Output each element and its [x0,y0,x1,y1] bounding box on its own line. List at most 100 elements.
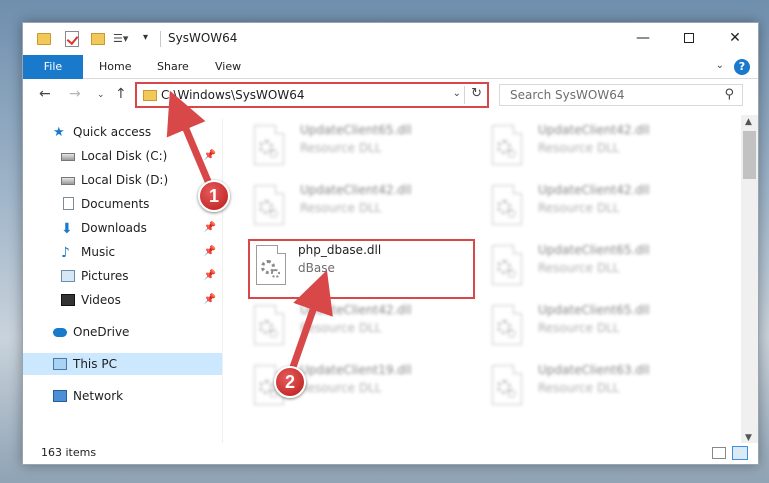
navigation-pane: ★ Quick access Local Disk (C:) 📌 Local D… [23,119,223,445]
pin-icon[interactable]: 📌 [204,217,216,239]
sidebar-item-network[interactable]: Network [23,385,222,407]
pin-icon[interactable]: 📌 [204,289,216,311]
search-icon[interactable]: ⚲ [724,87,734,102]
sidebar-item-label: Pictures [81,269,129,283]
maximize-icon [684,33,694,43]
sidebar-item-local-disk-c[interactable]: Local Disk (C:) 📌 [23,145,222,167]
sidebar-item-label: Quick access [73,125,152,139]
file-name: php_dbase.dll [298,243,382,257]
music-icon: ♪ [61,245,70,261]
file-description: Resource DLL [538,141,620,155]
dll-file-icon [492,365,526,407]
navigation-bar: ← → ⌄ ↑ C:\Windows\SysWOW64 ⌄ ↻ Search S… [23,80,758,112]
item-count: 163 items [41,446,97,459]
properties-check-icon[interactable] [65,31,79,47]
dll-file-icon [492,125,526,167]
file-name: UpdateClient63.dll [538,363,650,377]
dll-file-icon [256,245,290,287]
title-separator [160,31,161,47]
sidebar-item-local-disk-d[interactable]: Local Disk (D:) [23,169,222,191]
pin-icon[interactable]: 📌 [204,265,216,287]
address-dropdown-icon[interactable]: ⌄ [453,88,461,99]
tab-share[interactable]: Share [143,55,203,79]
sidebar-item-label: OneDrive [73,325,130,339]
folder-icon [143,90,157,101]
up-arrow-icon[interactable]: ↑ [115,86,127,102]
file-description: Resource DLL [300,201,382,215]
sidebar-item-pictures[interactable]: Pictures 📌 [23,265,222,287]
file-name: UpdateClient42.dll [300,303,412,317]
close-button[interactable]: ✕ [712,23,758,55]
dll-file-icon [492,185,526,227]
sidebar-item-videos[interactable]: Videos 📌 [23,289,222,311]
scroll-up-icon[interactable]: ▲ [745,117,752,127]
list-item[interactable]: UpdateClient42.dll Resource DLL [480,179,710,231]
sidebar-item-documents[interactable]: Documents [23,193,222,215]
file-name: UpdateClient42.dll [300,183,412,197]
file-name: UpdateClient19.dll [300,363,412,377]
list-item[interactable]: UpdateClient63.dll Resource DLL [480,359,710,411]
ribbon-tabs: File Home Share View ⌄ ? [23,55,758,79]
sidebar-item-label: Documents [81,197,150,211]
sidebar-item-quick-access[interactable]: ★ Quick access [23,121,222,143]
scroll-down-icon[interactable]: ▼ [745,433,752,443]
details-view-icon[interactable] [712,447,726,459]
file-name: UpdateClient65.dll [538,243,650,257]
help-icon[interactable]: ? [734,59,750,75]
address-separator [464,86,465,104]
refresh-icon[interactable]: ↻ [471,86,482,101]
sidebar-item-label: Local Disk (D:) [81,173,169,187]
address-bar[interactable]: C:\Windows\SysWOW64 ⌄ ↻ [135,82,489,108]
list-item[interactable]: UpdateClient65.dll Resource DLL [242,119,472,171]
minimize-button[interactable]: — [620,23,666,55]
sidebar-item-label: Downloads [81,221,147,235]
sidebar-item-downloads[interactable]: ⬇ Downloads 📌 [23,217,222,239]
list-item[interactable]: UpdateClient65.dll Resource DLL [480,239,710,291]
file-name: UpdateClient42.dll [538,183,650,197]
sidebar-item-label: Network [73,389,124,403]
forward-arrow-icon[interactable]: → [69,86,81,102]
title-bar: ☰▾ ▾ SysWOW64 — ✕ [23,23,758,55]
pictures-icon [61,270,75,282]
maximize-button[interactable] [666,23,712,55]
expand-ribbon-chevron-icon[interactable]: ⌄ [716,60,724,71]
download-icon: ⬇ [61,221,73,237]
star-icon: ★ [53,125,65,140]
sidebar-item-onedrive[interactable]: OneDrive [23,321,222,343]
tab-view[interactable]: View [201,55,255,79]
file-description: Resource DLL [300,321,382,335]
dll-file-icon [492,305,526,347]
list-item[interactable]: UpdateClient42.dll Resource DLL [242,299,472,351]
customize-toolbar-chevron-icon[interactable]: ▾ [143,32,148,48]
sidebar-item-label: Videos [81,293,121,307]
recent-locations-chevron-icon[interactable]: ⌄ [97,90,105,100]
pin-icon[interactable]: 📌 [204,145,216,167]
new-folder-icon[interactable] [91,33,105,45]
videos-icon [61,294,75,306]
large-icons-view-icon[interactable] [732,446,748,460]
step-2-badge: 2 [274,366,306,398]
list-item-php-dbase[interactable]: php_dbase.dll dBase [248,239,475,299]
sidebar-item-music[interactable]: ♪ Music 📌 [23,241,222,263]
list-item[interactable]: UpdateClient65.dll Resource DLL [480,299,710,351]
address-path[interactable]: C:\Windows\SysWOW64 [161,88,305,102]
back-arrow-icon[interactable]: ← [39,86,51,102]
tab-home[interactable]: Home [85,55,145,79]
list-item[interactable]: UpdateClient42.dll Resource DLL [242,179,472,231]
tab-file[interactable]: File [23,55,83,79]
list-item[interactable]: UpdateClient42.dll Resource DLL [480,119,710,171]
sidebar-item-label: Music [81,245,116,259]
search-input[interactable]: Search SysWOW64 ⚲ [499,84,743,106]
file-name: UpdateClient42.dll [538,123,650,137]
file-description: Resource DLL [300,381,382,395]
dll-file-icon [254,125,288,167]
vertical-scrollbar[interactable]: ▲ ▼ [741,115,758,445]
sidebar-item-this-pc[interactable]: This PC [23,353,222,375]
search-placeholder: Search SysWOW64 [510,88,625,102]
dll-file-icon [254,185,288,227]
pin-icon[interactable]: 📌 [204,241,216,263]
scrollbar-thumb[interactable] [743,131,756,179]
rename-icon[interactable]: ☰▾ [113,32,139,48]
drive-icon [61,177,75,185]
file-description: Resource DLL [538,261,620,275]
